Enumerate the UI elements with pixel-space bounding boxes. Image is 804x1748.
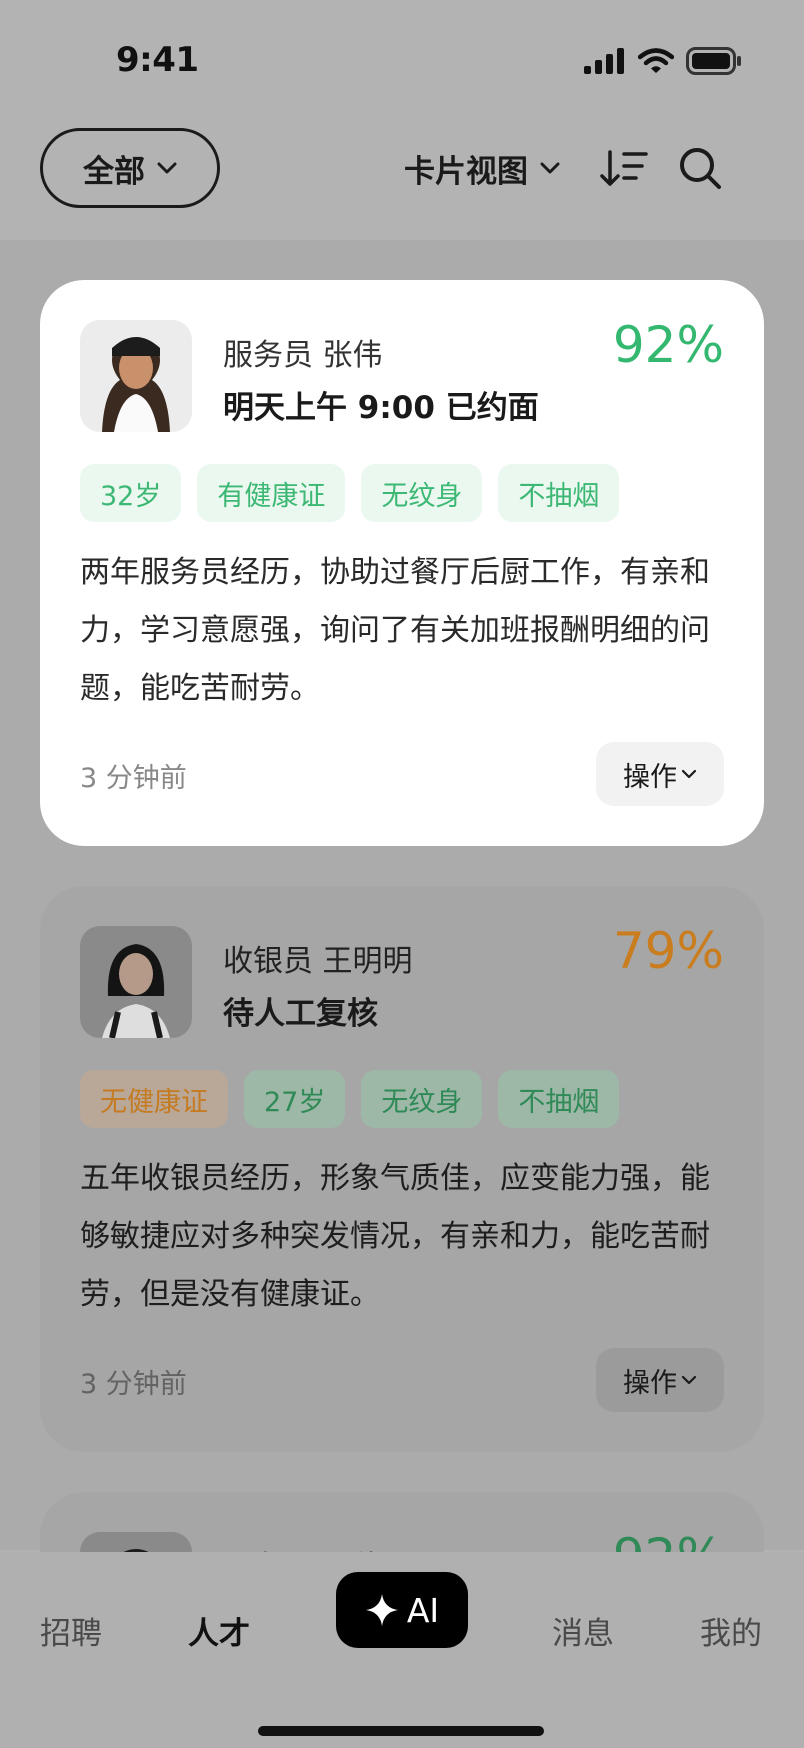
- candidate-status: 明天上午 9:00 已约面: [223, 390, 539, 426]
- sparkle-icon: [365, 1594, 398, 1626]
- filter-label: 全部: [83, 153, 145, 190]
- sort-icon[interactable]: [600, 148, 648, 188]
- timestamp: 3 分钟前: [80, 1369, 187, 1400]
- avatar: [80, 320, 192, 432]
- wifi-icon: [638, 48, 674, 73]
- tag-no-health-cert: 无健康证: [80, 1070, 228, 1128]
- toolbar: 全部 卡片视图: [0, 128, 804, 208]
- actions-label: 操作: [623, 761, 677, 793]
- tag-no-smoking: 不抽烟: [498, 464, 620, 522]
- view-switch[interactable]: 卡片视图: [404, 148, 560, 190]
- ai-label: AI: [406, 1590, 440, 1630]
- view-switch-label: 卡片视图: [404, 153, 528, 190]
- candidate-card[interactable]: 收银员 王明明 待人工复核 79% 无健康证 27岁 无纹身 不抽烟 五年收银员…: [40, 886, 764, 1452]
- tag-no-tattoo: 无纹身: [361, 464, 483, 522]
- actions-button[interactable]: 操作: [596, 1348, 724, 1412]
- tab-bar: 招聘 人才 AI 消息 我的: [0, 1552, 804, 1748]
- tab-messages[interactable]: 消息: [552, 1608, 614, 1653]
- tag-no-smoking: 不抽烟: [498, 1070, 620, 1128]
- filter-dropdown[interactable]: 全部: [40, 128, 220, 208]
- match-score: 79%: [612, 922, 724, 980]
- ai-button[interactable]: AI: [336, 1572, 468, 1648]
- status-icons: [584, 46, 742, 76]
- status-time: 9:41: [116, 40, 199, 80]
- candidate-role: 服务员 张伟: [223, 338, 383, 373]
- chevron-down-icon: [681, 769, 697, 779]
- actions-label: 操作: [623, 1367, 677, 1399]
- candidate-description: 两年服务员经历，协助过餐厅后厨工作，有亲和力，学习意愿强，询问了有关加班报酬明细…: [80, 555, 710, 706]
- candidate-description: 五年收银员经历，形象气质佳，应变能力强，能够敏捷应对多种突发情况，有亲和力，能吃…: [80, 1161, 710, 1312]
- status-bar: 9:41: [0, 0, 804, 120]
- tab-talent[interactable]: 人才: [188, 1608, 250, 1653]
- match-score: 92%: [612, 316, 724, 374]
- candidate-role: 收银员 王明明: [223, 944, 413, 979]
- tag-health-cert: 有健康证: [197, 464, 346, 522]
- tab-recruit[interactable]: 招聘: [40, 1608, 102, 1653]
- candidate-status: 待人工复核: [223, 996, 378, 1032]
- avatar: [80, 926, 192, 1038]
- signal-icon: [584, 48, 624, 74]
- chevron-down-icon: [157, 162, 177, 174]
- timestamp: 3 分钟前: [80, 763, 187, 794]
- home-indicator: [258, 1726, 544, 1736]
- tab-profile[interactable]: 我的: [700, 1608, 762, 1653]
- chevron-down-icon: [681, 1375, 697, 1385]
- tag-list: 无健康证 27岁 无纹身 不抽烟: [80, 1070, 620, 1128]
- tag-age: 27岁: [244, 1070, 346, 1128]
- battery-icon: [686, 47, 741, 75]
- tag-list: 32岁 有健康证 无纹身 不抽烟: [80, 464, 620, 522]
- candidate-card[interactable]: 服务员 张伟 明天上午 9:00 已约面 92% 32岁 有健康证 无纹身 不抽…: [40, 280, 764, 846]
- tag-no-tattoo: 无纹身: [361, 1070, 483, 1128]
- chevron-down-icon: [540, 162, 560, 174]
- actions-button[interactable]: 操作: [596, 742, 724, 806]
- tag-age: 32岁: [80, 464, 182, 522]
- search-icon[interactable]: [678, 146, 722, 190]
